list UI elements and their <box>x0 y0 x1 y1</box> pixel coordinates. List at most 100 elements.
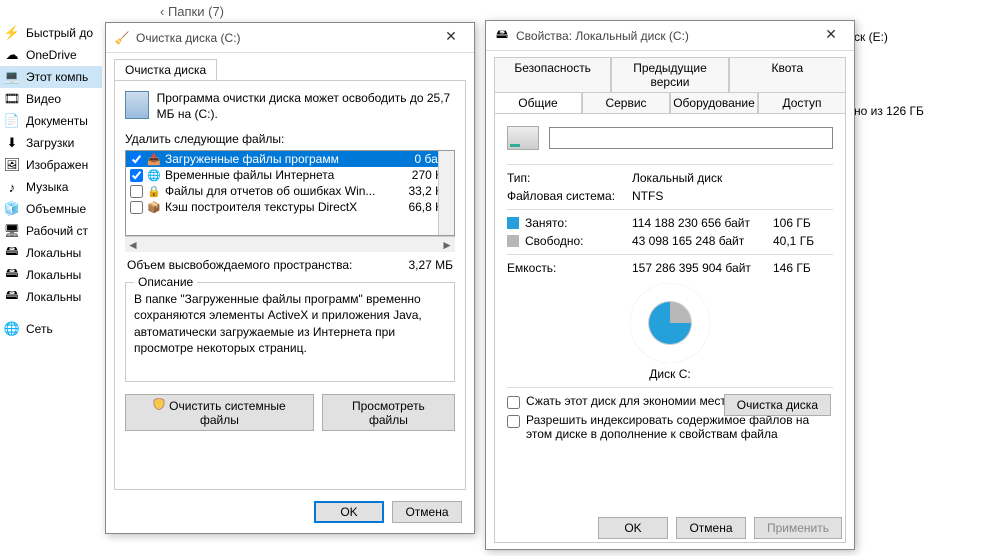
description-group: Описание В папке "Загруженные файлы прог… <box>125 282 455 382</box>
sidebar-item-5[interactable]: ⬇Загрузки <box>0 132 102 154</box>
sidebar-item-7[interactable]: ♪ Музыка <box>0 176 102 198</box>
cancel-button[interactable]: Отмена <box>676 517 746 539</box>
file-list-row[interactable]: 🌐Временные файлы Интернета270 КБ <box>126 167 454 183</box>
total-space-value: 3,27 МБ <box>408 258 453 272</box>
breadcrumb[interactable]: ‹ Папки (7) <box>160 4 224 19</box>
compress-label: Сжать этот диск для экономии места <box>526 394 732 408</box>
sidebar-item-0[interactable]: ⚡Быстрый до <box>0 22 102 44</box>
capacity-bytes: 157 286 395 904 байт <box>632 261 773 275</box>
tab-Предыдущие версии[interactable]: Предыдущие версии <box>611 57 728 92</box>
titlebar[interactable]: 🧹 Очистка диска (C:) ✕ <box>106 23 474 53</box>
close-button[interactable]: ✕ <box>436 28 466 48</box>
sidebar-item-label: Локальны <box>26 268 81 282</box>
clean-system-files-button[interactable]: Очистить системные файлы <box>125 394 314 431</box>
sidebar-item-11[interactable]: 🖴 Локальны <box>0 264 102 286</box>
drive-label: ск (E:) <box>854 30 984 44</box>
sidebar-item-label: Загрузки <box>26 136 74 150</box>
file-checkbox[interactable] <box>130 185 143 198</box>
file-list-row[interactable]: 🔒Файлы для отчетов об ошибках Win...33,2… <box>126 183 454 199</box>
sidebar-icon: ♪ <box>4 179 20 195</box>
scrollbar-horizontal[interactable]: ◄► <box>125 236 455 252</box>
capacity-gb: 146 ГБ <box>773 261 833 275</box>
sidebar-item-label: Рабочий ст <box>26 224 88 238</box>
drive-large-icon <box>507 126 539 150</box>
file-checkbox[interactable] <box>130 153 143 166</box>
sidebar-icon: 🌐 <box>4 321 20 337</box>
sidebar-item-label: Быстрый до <box>26 26 93 40</box>
type-value: Локальный диск <box>632 171 833 185</box>
used-label: Занято: <box>525 216 567 230</box>
disk-cleanup-button[interactable]: Очистка диска <box>724 394 831 416</box>
filesystem-value: NTFS <box>632 189 833 203</box>
sidebar-item-label: Музыка <box>26 180 68 194</box>
sidebar-item-8[interactable]: 🧊Объемные <box>0 198 102 220</box>
sidebar-item-1[interactable]: ☁OneDrive <box>0 44 102 66</box>
sidebar-icon: 🎞 <box>4 91 20 107</box>
ok-button[interactable]: OK <box>314 501 384 523</box>
sidebar-item-label: Локальны <box>26 246 81 260</box>
view-files-button[interactable]: Просмотреть файлы <box>322 394 455 431</box>
tab-set: БезопасностьПредыдущие версииКвота Общие… <box>486 51 854 113</box>
sidebar-icon: 🖥 <box>4 223 20 239</box>
used-bytes: 114 188 230 656 байт <box>632 216 773 230</box>
apply-button[interactable]: Применить <box>754 517 842 539</box>
explorer-sidebar: ⚡Быстрый до☁OneDrive 💻 Этот компь 🎞Видео📄До… <box>0 18 102 340</box>
tab-Сервис[interactable]: Сервис <box>582 92 670 113</box>
sidebar-item-label: Изображен <box>26 158 88 172</box>
sidebar-item-label: OneDrive <box>26 48 77 62</box>
file-name: Файлы для отчетов об ошибках Win... <box>165 184 390 198</box>
free-bytes: 43 098 165 248 байт <box>632 234 773 248</box>
cancel-button[interactable]: Отмена <box>392 501 462 523</box>
compress-checkbox[interactable] <box>507 396 520 409</box>
sidebar-item-label: Сеть <box>26 322 53 336</box>
sidebar-item-6[interactable]: 🖼 Изображен <box>0 154 102 176</box>
file-checkbox[interactable] <box>130 201 143 214</box>
sidebar-item-2[interactable]: 💻 Этот компь <box>0 66 102 88</box>
file-checkbox[interactable] <box>130 169 143 182</box>
sidebar-icon: 🖼 <box>4 157 20 173</box>
usage-pie-chart <box>630 283 710 363</box>
file-list-row[interactable]: 📥Загруженные файлы программ0 байт <box>126 151 454 167</box>
sidebar-item-4[interactable]: 📄Документы <box>0 110 102 132</box>
sidebar-icon: 🖴 <box>4 267 20 283</box>
tab-cleanup[interactable]: Очистка диска <box>114 59 217 80</box>
file-list-row[interactable]: 📦Кэш построителя текстуры DirectX66,8 КБ <box>126 199 454 215</box>
free-gb: 40,1 ГБ <box>773 234 833 248</box>
file-name: Временные файлы Интернета <box>165 168 390 182</box>
sidebar-item-13[interactable]: 🌐 Сеть <box>0 318 102 340</box>
file-type-icon: 📦 <box>147 200 161 214</box>
index-checkbox-row[interactable]: Разрешить индексировать содержимое файло… <box>507 413 833 441</box>
dialog-title: Очистка диска (C:) <box>136 31 436 45</box>
tab-Доступ[interactable]: Доступ <box>758 92 846 113</box>
cleanup-info-text: Программа очистки диска может освободить… <box>157 91 455 122</box>
tab-Оборудование[interactable]: Оборудование <box>670 92 758 113</box>
sidebar-item-label: Этот компь <box>26 70 88 84</box>
description-text: В папке "Загруженные файлы программ" вре… <box>134 291 446 356</box>
sidebar-item-9[interactable]: 🖥 Рабочий ст <box>0 220 102 242</box>
sidebar-icon: 📄 <box>4 113 20 129</box>
scrollbar-vertical[interactable] <box>438 151 454 235</box>
tab-Общие[interactable]: Общие <box>494 92 582 113</box>
filesystem-label: Файловая система: <box>507 189 632 203</box>
type-label: Тип: <box>507 171 632 185</box>
index-checkbox[interactable] <box>507 415 520 428</box>
file-name: Загруженные файлы программ <box>165 152 390 166</box>
sidebar-icon: 💻 <box>4 69 20 85</box>
ok-button[interactable]: OK <box>598 517 668 539</box>
capacity-label: Емкость: <box>507 261 632 275</box>
close-button[interactable]: ✕ <box>816 26 846 46</box>
file-list[interactable]: 📥Загруженные файлы программ0 байт🌐Времен… <box>125 150 455 236</box>
cleanup-panel: Программа очистки диска может освободить… <box>114 80 466 490</box>
file-type-icon: 🔒 <box>147 184 161 198</box>
tab-Безопасность[interactable]: Безопасность <box>494 57 611 92</box>
sidebar-item-3[interactable]: 🎞Видео <box>0 88 102 110</box>
drive-name-input[interactable] <box>549 127 833 149</box>
titlebar[interactable]: 🖴 Свойства: Локальный диск (C:) ✕ <box>486 21 854 51</box>
sidebar-item-10[interactable]: 🖴Локальны <box>0 242 102 264</box>
sidebar-item-12[interactable]: 🖴Локальны <box>0 286 102 308</box>
free-label: Свободно: <box>525 234 584 248</box>
disk-cleanup-icon: 🧹 <box>114 30 130 46</box>
sidebar-icon: 🖴 <box>4 289 20 305</box>
pie-label: Диск C: <box>507 367 833 381</box>
tab-Квота[interactable]: Квота <box>729 57 846 92</box>
